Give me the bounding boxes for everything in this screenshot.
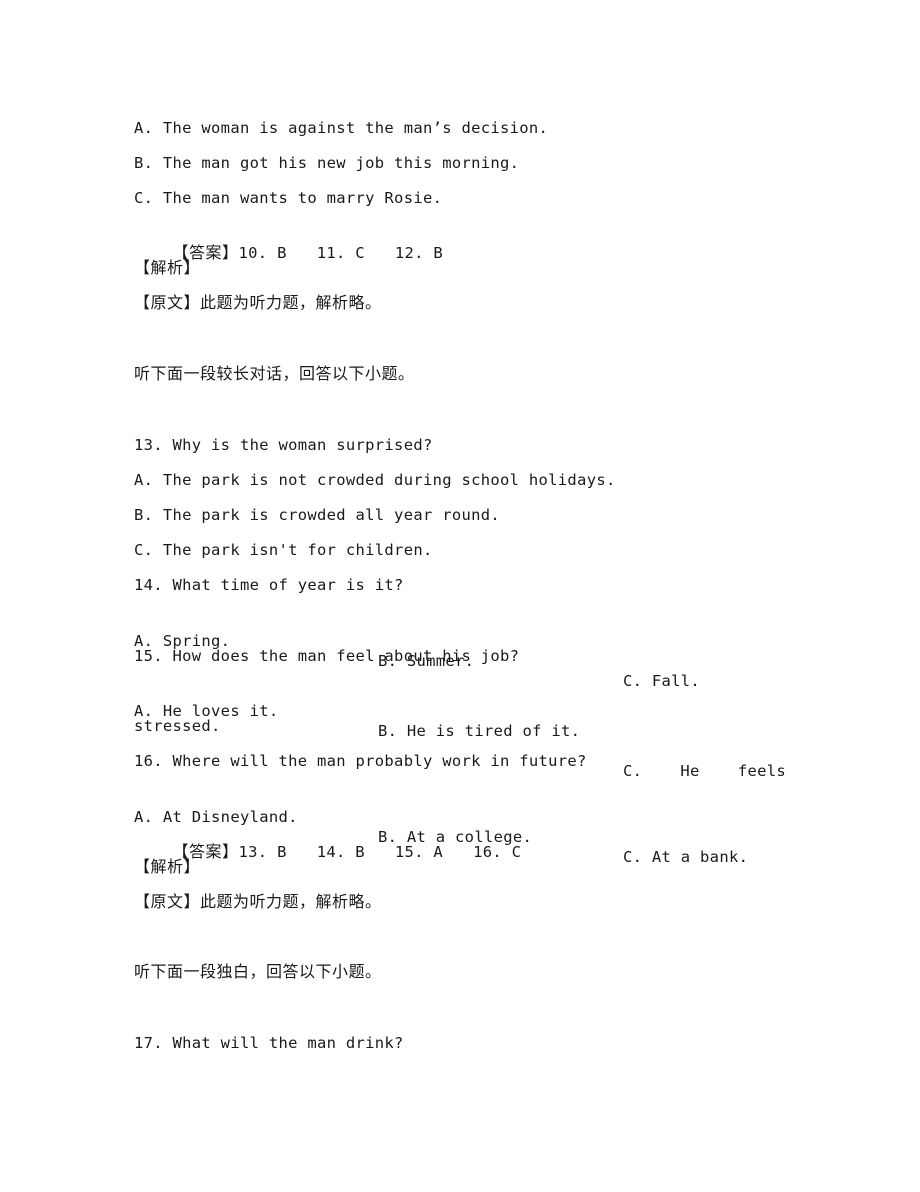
q12-option-a: A. The woman is against the man’s decisi… [134, 119, 549, 137]
answer-item: 12. B [394, 244, 444, 262]
q16-options: A. At Disneyland. B. At a college. C. At… [134, 787, 794, 866]
answer-item: 13. B [238, 843, 287, 861]
answer-item: 16. C [473, 843, 522, 861]
answer-item: 14. B [316, 843, 365, 861]
answer-item: 11. C [316, 244, 365, 262]
q12-option-b: B. The man got his new job this morning. [134, 154, 520, 172]
q14-question: 14. What time of year is it? [134, 576, 404, 594]
q12-option-c: C. The man wants to marry Rosie. [134, 189, 443, 207]
q16-question: 16. Where will the man probably work in … [134, 752, 587, 770]
q13-option-a: A. The park is not crowded during school… [134, 471, 616, 489]
section-intro-monologue: 听下面一段独白，回答以下小题。 [134, 962, 382, 981]
q14-options: A. Spring. B. Summer. C. Fall. [134, 611, 794, 690]
analysis-label-2: 【解析】 [134, 857, 201, 876]
q15-options: A. He loves it. B. He is tired of it. C.… [134, 681, 794, 780]
q17-question: 17. What will the man drink? [134, 1034, 404, 1052]
q15-option-c-wrap: stressed. [134, 717, 221, 735]
q15-option-b: B. He is tired of it. [378, 722, 581, 740]
original-text-2: 【原文】此题为听力题，解析略。 [134, 892, 382, 911]
answer-item: 15. A [394, 843, 444, 861]
q15-option-c: C. He feels [623, 762, 786, 780]
analysis-label-1: 【解析】 [134, 258, 201, 277]
q13-option-b: B. The park is crowded all year round. [134, 506, 501, 524]
answer-item: 10. B [238, 244, 287, 262]
section-intro-dialogue: 听下面一段较长对话，回答以下小题。 [134, 364, 415, 383]
q16-option-c: C. At a bank. [623, 848, 749, 866]
q13-option-c: C. The park isn't for children. [134, 541, 433, 559]
q13-question: 13. Why is the woman surprised? [134, 436, 433, 454]
q15-question: 15. How does the man feel about his job? [134, 647, 520, 665]
original-text-1: 【原文】此题为听力题，解析略。 [134, 293, 382, 312]
